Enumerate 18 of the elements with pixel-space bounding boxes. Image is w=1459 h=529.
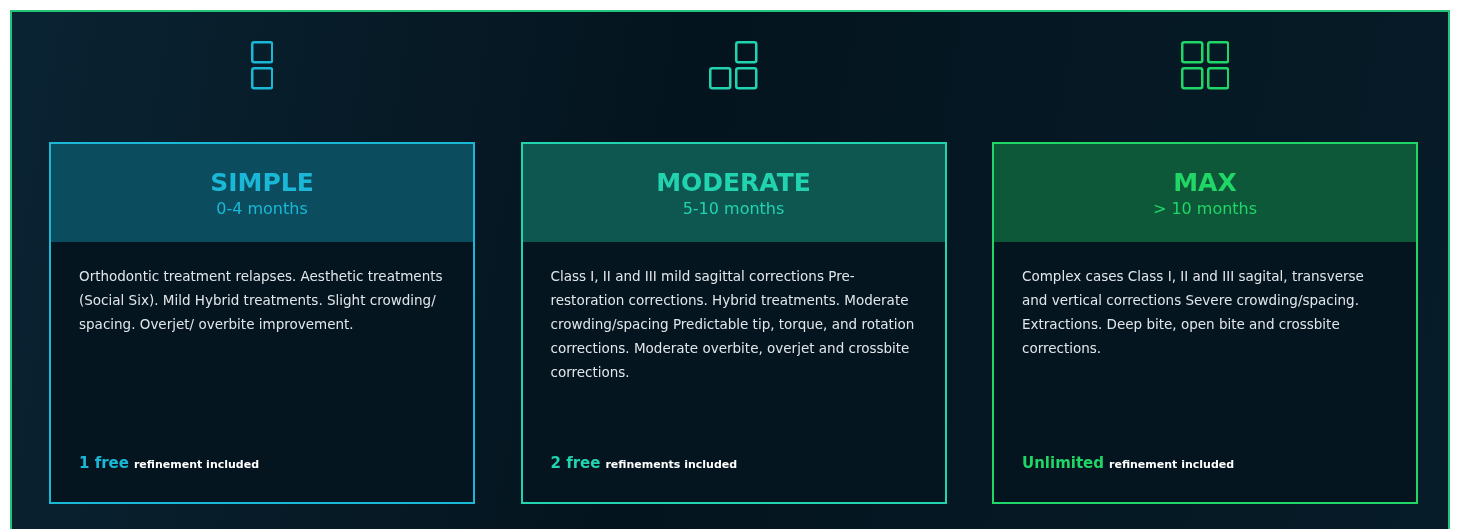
plan-title: SIMPLE [210, 167, 314, 197]
squares-icon [250, 41, 274, 90]
refinement-count: 1 free [79, 453, 129, 472]
plan-description: Orthodontic treatment relapses. Aesthetic treatments (Social Six). Mild Hybrid treatments. Slight crowding/ spacing. Overjet/ overbite improvement. [79, 266, 444, 334]
plan-duration: > 10 months [1152, 198, 1258, 218]
plan-duration: 0-4 months [216, 198, 308, 218]
plan-title: MAX [1173, 167, 1237, 197]
plan-duration: 5-10 months [682, 198, 785, 218]
squares-icon [709, 41, 758, 90]
refinement-note: refinement included [133, 457, 260, 471]
refinement-note: refinements included [605, 457, 738, 471]
plan-description: Complex cases Class I, II and III sagital, transverse and vertical corrections Severe crowding/spacing. Extractions. Deep bite, open bite and crossbite corrections. [1022, 266, 1365, 358]
refinement-count: Unlimited [1022, 453, 1104, 472]
refinement-note: refinement included [1109, 457, 1235, 471]
refinement-count: 2 free [550, 453, 601, 472]
squares-icon [1180, 41, 1230, 90]
plan-description: Class I, II and III mild sagittal corrections Pre-restoration corrections. Hybrid treatments. Moderate crowding/spacing Predictable tip, torque, and rotation corrections. Moderate overbite, overjet and crossbite corrections. [550, 266, 916, 382]
plan-title: MODERATE [656, 167, 811, 197]
